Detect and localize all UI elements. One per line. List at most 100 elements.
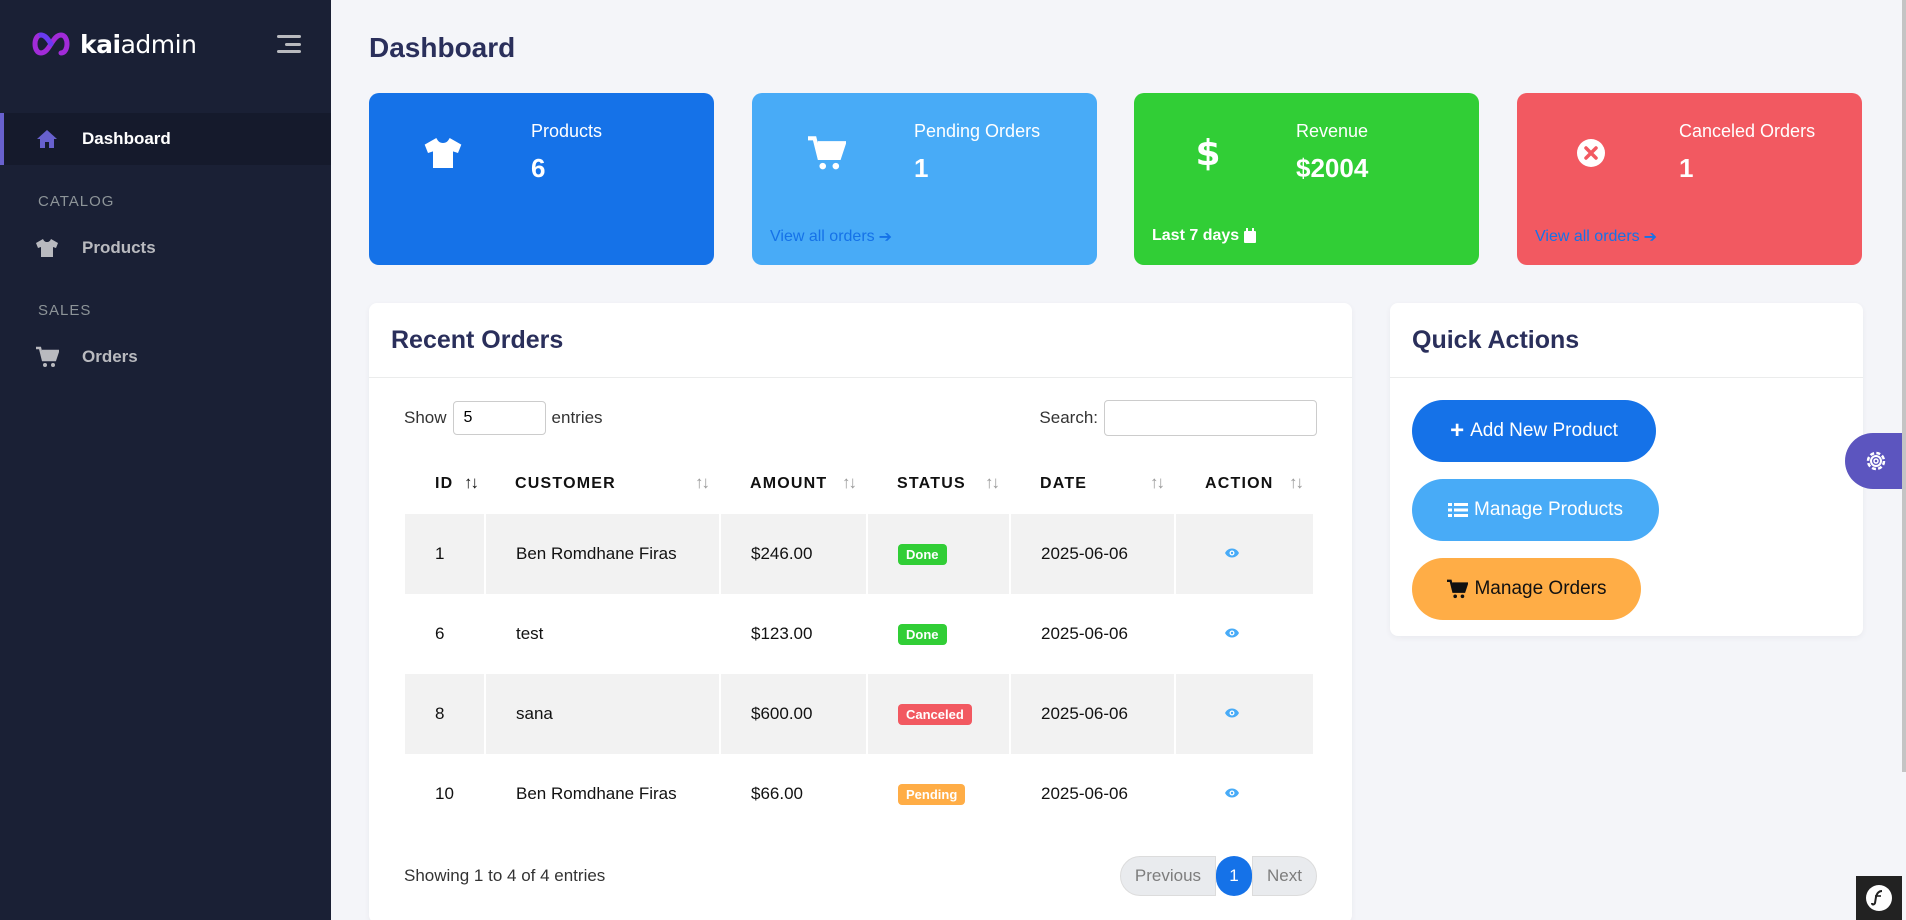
manage-orders-button[interactable]: Manage Orders	[1412, 558, 1641, 620]
column-header-amount[interactable]: AMOUNT ↑↓	[720, 453, 867, 514]
table-header-row: ID ↑↓ CUSTOMER ↑↓ AMOUNT ↑↓ STATUS ↑↓ DATE ↑↓…	[405, 453, 1314, 514]
sidebar-item-label: Orders	[82, 347, 138, 366]
view-order-eye-icon[interactable]	[1224, 544, 1240, 564]
cell-id: 1	[405, 514, 486, 594]
sort-icon: ↑↓	[1150, 473, 1165, 492]
stat-label: Pending Orders	[914, 121, 1041, 141]
table-info: Showing 1 to 4 of 4 entries	[404, 866, 606, 885]
period-label: Last 7 days	[1152, 227, 1240, 244]
shirt-icon	[34, 238, 60, 258]
pagination-previous-button[interactable]: Previous	[1119, 856, 1217, 896]
stat-card-products: Products 6	[369, 93, 714, 265]
menu-line	[285, 42, 301, 46]
add-new-product-button[interactable]: + Add New Product	[1412, 400, 1656, 462]
link-label: View all orders	[1535, 228, 1640, 245]
page-scrollbar[interactable]	[1902, 0, 1906, 772]
sort-icon: ↑↓	[464, 473, 479, 492]
view-order-eye-icon[interactable]	[1224, 784, 1240, 804]
stat-card-pending-orders: Pending Orders 1 View all orders ➔	[752, 93, 1097, 265]
cell-action	[1175, 514, 1315, 594]
shirt-icon	[421, 131, 465, 175]
cell-action	[1175, 674, 1315, 754]
page-title: Dashboard	[369, 32, 516, 63]
pagination-next-button[interactable]: Next	[1252, 856, 1317, 896]
stat-value: 1	[914, 153, 929, 183]
status-badge: Canceled	[898, 703, 972, 725]
times-circle-icon	[1569, 131, 1613, 175]
stat-card-revenue: $ Revenue $2004 Last 7 days	[1134, 93, 1479, 265]
menu-line	[277, 50, 301, 53]
cell-customer: test	[485, 594, 721, 674]
page-length-input[interactable]	[452, 401, 546, 435]
gear-icon	[1866, 451, 1885, 471]
cell-date: 2025-06-06	[1010, 674, 1176, 754]
revenue-period: Last 7 days	[1152, 227, 1257, 245]
stat-label: Revenue	[1296, 121, 1369, 141]
cart-icon	[1447, 579, 1469, 599]
entries-label: entries	[551, 408, 603, 427]
button-label: Manage Products	[1474, 499, 1623, 520]
sort-icon: ↑↓	[1289, 473, 1304, 492]
sidebar-item-label: Products	[82, 238, 156, 257]
sidebar: kaiadmin Dashboard CATALOG Products SALE…	[0, 0, 331, 920]
manage-products-button[interactable]: Manage Products	[1412, 479, 1659, 541]
cell-amount: $600.00	[720, 674, 868, 754]
cart-icon	[34, 346, 60, 368]
view-all-orders-link[interactable]: View all orders ➔	[770, 227, 892, 247]
page-length-control: Show entries	[404, 401, 603, 435]
logo-header: kaiadmin	[0, 0, 331, 88]
stat-value: 1	[1679, 153, 1694, 183]
cell-date: 2025-06-06	[1010, 754, 1176, 834]
search-control: Search:	[1039, 400, 1317, 436]
stat-value: $2004	[1296, 153, 1369, 183]
cell-status: Done	[867, 594, 1011, 674]
table-row: 10 Ben Romdhane Firas $66.00 Pending 202…	[405, 754, 1315, 834]
settings-button[interactable]	[1845, 433, 1906, 489]
symfony-toolbar-toggle[interactable]	[1856, 876, 1902, 920]
column-header-customer[interactable]: CUSTOMER ↑↓	[485, 453, 720, 514]
menu-line	[277, 35, 301, 38]
plus-icon: +	[1450, 417, 1465, 444]
column-header-status[interactable]: STATUS ↑↓	[867, 453, 1010, 514]
sidebar-item-label: Dashboard	[82, 129, 171, 148]
card-title: Recent Orders	[369, 303, 1352, 378]
column-header-id[interactable]: ID ↑↓	[405, 453, 485, 514]
button-label: Manage Orders	[1474, 578, 1607, 599]
column-header-date[interactable]: DATE ↑↓	[1010, 453, 1175, 514]
view-order-eye-icon[interactable]	[1224, 704, 1240, 724]
cell-status: Done	[867, 514, 1011, 594]
status-badge: Done	[898, 543, 947, 565]
search-input[interactable]	[1104, 400, 1317, 436]
sidebar-toggle-button[interactable]	[273, 32, 301, 56]
cell-amount: $123.00	[720, 594, 868, 674]
cell-id: 10	[405, 754, 486, 834]
pagination-page-button[interactable]: 1	[1216, 856, 1253, 896]
cell-action	[1175, 594, 1315, 674]
sort-icon: ↑↓	[842, 473, 857, 492]
sidebar-section-catalog: CATALOG	[38, 193, 115, 210]
pagination: Previous 1 Next	[1119, 856, 1317, 896]
column-header-action[interactable]: ACTION ↑↓	[1175, 453, 1314, 514]
quick-actions-card: Quick Actions + Add New Product Manage P…	[1390, 303, 1863, 636]
status-badge: Done	[898, 623, 947, 645]
table-row: 1 Ben Romdhane Firas $246.00 Done 2025-0…	[405, 514, 1315, 594]
link-label: View all orders	[770, 228, 875, 245]
arrow-right-icon: ➔	[1643, 229, 1658, 246]
arrow-right-icon: ➔	[878, 229, 893, 246]
sidebar-item-products[interactable]: Products	[0, 222, 331, 274]
cell-customer: Ben Romdhane Firas	[485, 754, 721, 834]
table-row: 6 test $123.00 Done 2025-06-06	[405, 594, 1315, 674]
recent-orders-card: Recent Orders Show entries Search: ID↑↓ …	[369, 303, 1352, 920]
view-all-orders-link[interactable]: View all orders ➔	[1535, 227, 1657, 247]
view-order-eye-icon[interactable]	[1224, 624, 1240, 644]
sidebar-item-orders[interactable]: Orders	[0, 331, 331, 383]
cell-id: 8	[405, 674, 486, 754]
table-footer: Showing 1 to 4 of 4 entries Previous 1 N…	[404, 855, 1317, 897]
brand-logo[interactable]: kaiadmin	[30, 30, 197, 59]
cell-date: 2025-06-06	[1010, 514, 1176, 594]
sidebar-item-dashboard[interactable]: Dashboard	[0, 113, 331, 165]
show-label: Show	[404, 408, 447, 427]
stat-label: Canceled Orders	[1679, 121, 1816, 141]
dollar-icon: $	[1195, 132, 1221, 174]
cart-icon	[804, 131, 848, 175]
